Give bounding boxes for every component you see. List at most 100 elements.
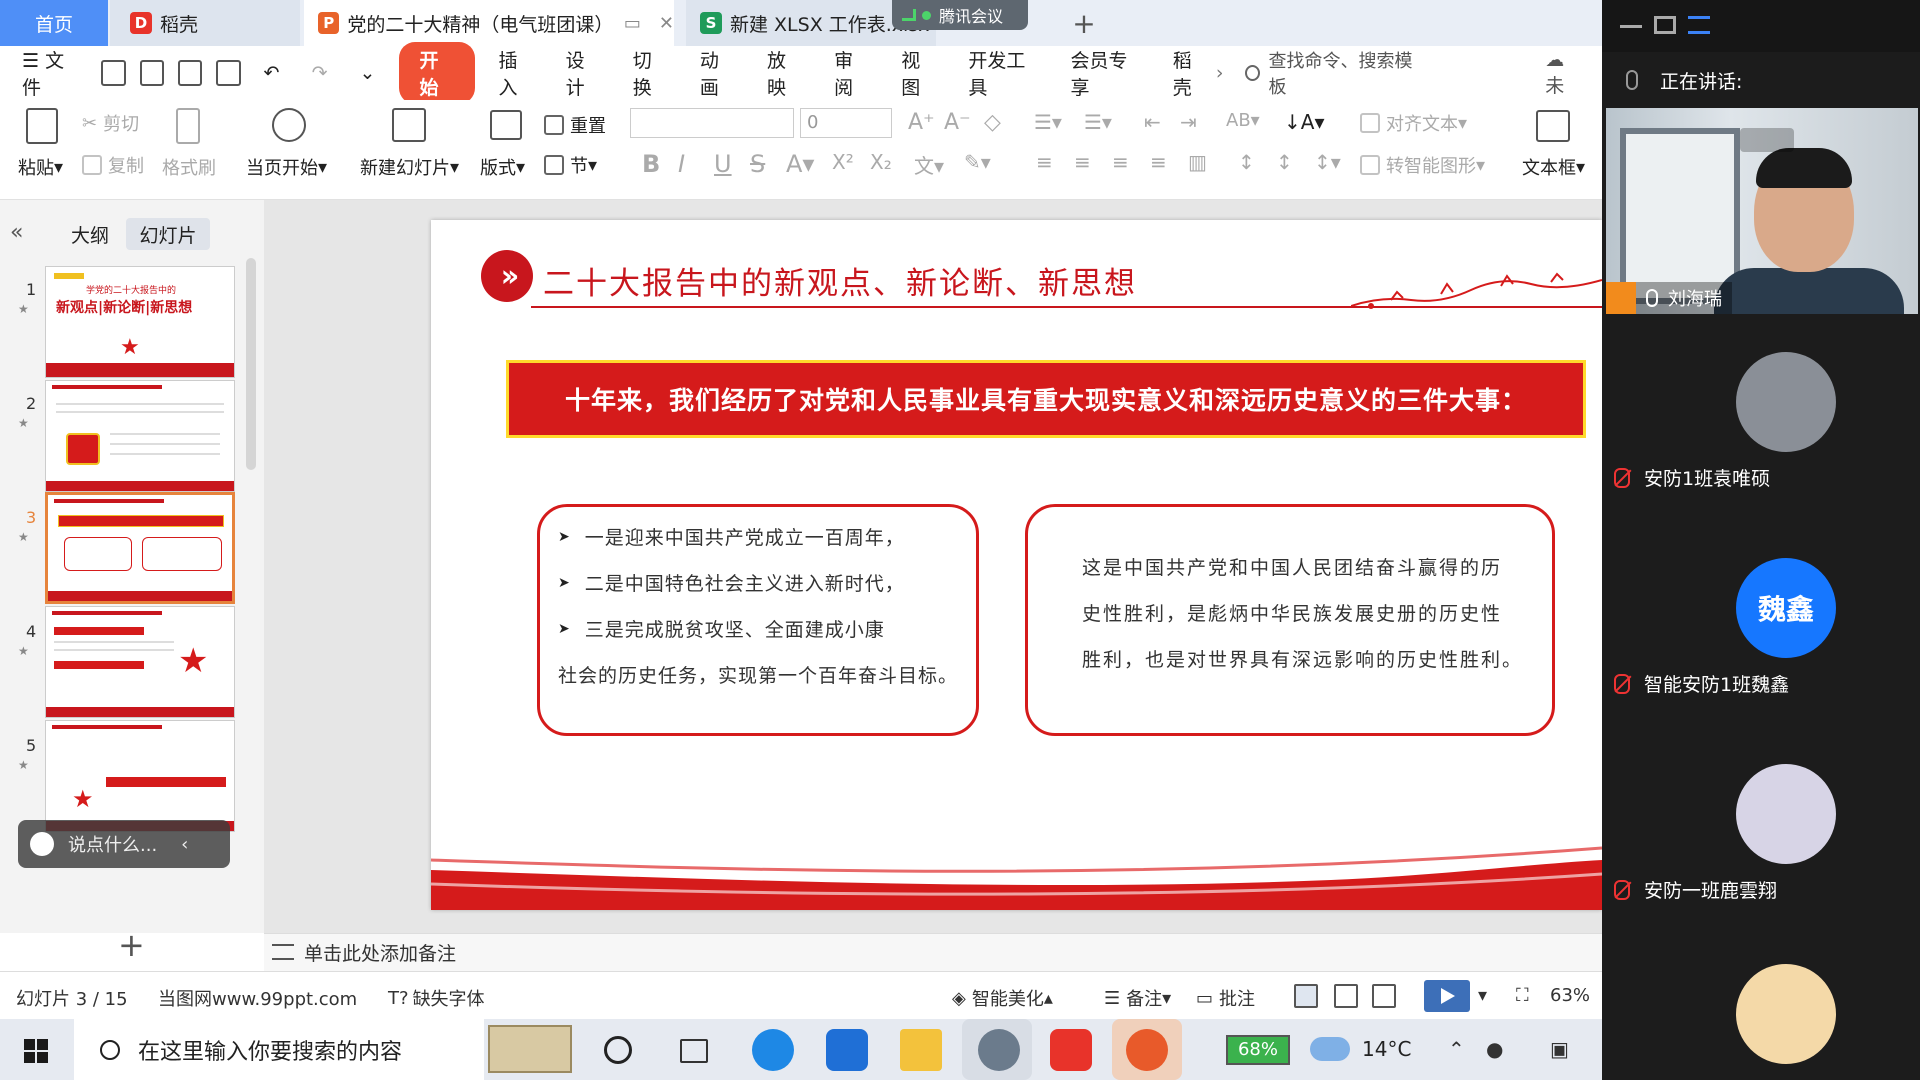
menu-tab-review[interactable]: 审阅 [818, 46, 885, 100]
comment-input[interactable]: 说点什么... ‹ [18, 820, 230, 868]
pinyin-icon[interactable]: 文▾ [914, 150, 944, 179]
numbering-icon[interactable]: ☰▾ [1084, 110, 1112, 134]
slide-thumbnail-2[interactable] [45, 380, 235, 492]
active-speaker-video[interactable]: 刘海瑞 [1606, 108, 1918, 314]
slide-thumbnail-1[interactable]: 学党的二十大报告中的 新观点|新论断|新思想 ★ [45, 266, 235, 378]
participant-tile[interactable]: 安防一班鹿雲翔 [1602, 742, 1920, 948]
shrink-font-icon[interactable]: A⁻ [944, 110, 971, 135]
tray-chevron-up-icon[interactable]: ⌃ [1448, 1037, 1465, 1061]
menu-tab-daoke[interactable]: 稻壳 [1157, 46, 1212, 100]
smart-beautify-button[interactable]: ◈ 智能美化 ▴ [952, 985, 1053, 1011]
windows-start-icon[interactable] [24, 1039, 48, 1063]
underline-icon[interactable]: U [714, 150, 732, 178]
menu-tab-animation[interactable]: 动画 [684, 46, 751, 100]
textbox-button[interactable]: 文本框 ▾ [1522, 154, 1585, 180]
notes-toggle-button[interactable]: ☰ 备注 ▾ [1104, 985, 1171, 1011]
photos-icon[interactable] [826, 1029, 868, 1071]
events-card[interactable]: ➤ 一是迎来中国共产党成立一百周年， ➤ 二是中国特色社会主义进入新时代， ➤ 三是完… [537, 504, 979, 736]
menu-tab-insert[interactable]: 插入 [483, 46, 550, 100]
export-icon[interactable] [139, 60, 165, 86]
participant-tile[interactable]: 安防1班袁唯硕 [1602, 330, 1920, 536]
menu-tab-slideshow[interactable]: 放映 [751, 46, 818, 100]
redo-icon[interactable]: ↷ [296, 62, 344, 84]
italic-icon[interactable]: I [678, 150, 685, 178]
tab-slides[interactable]: 幻灯片 [126, 218, 210, 250]
wps-office-icon[interactable] [1050, 1029, 1092, 1071]
align-left-icon[interactable]: ≡ [1036, 150, 1053, 174]
distribute-icon[interactable]: ▥ [1188, 150, 1207, 174]
undo-icon[interactable]: ↶ [248, 62, 296, 84]
slide-thumbnail-5[interactable]: ★ [45, 720, 235, 832]
menu-tab-design[interactable]: 设计 [550, 46, 617, 100]
weather-cloud-icon[interactable] [1310, 1037, 1350, 1061]
copy-button[interactable]: 复制 [82, 152, 144, 178]
font-size-select[interactable]: 0 [800, 108, 892, 138]
grow-font-icon[interactable]: A⁺ [908, 110, 935, 135]
highlight-icon[interactable]: ✎▾ [964, 150, 991, 174]
align-text-button[interactable]: 对齐文本 ▾ [1360, 110, 1467, 136]
increase-indent-icon[interactable]: ⇥ [1180, 110, 1197, 134]
slide[interactable]: ›› 二十大报告中的新观点、新论断、新思想 十年来，我们经历了对党和人民事业具有… [431, 220, 1602, 910]
bold-icon[interactable]: B [642, 150, 660, 178]
command-search[interactable]: 查找命令、搜索模板 [1245, 47, 1417, 99]
decrease-indent-icon[interactable]: ⇤ [1144, 110, 1161, 134]
line-spacing-icon[interactable]: ↕ [1238, 150, 1255, 174]
monitor-icon[interactable]: ▭ [624, 13, 641, 34]
battery-indicator[interactable]: 68% [1226, 1035, 1290, 1065]
taskbar-search[interactable]: 在这里输入你要搜索的内容 [74, 1019, 484, 1080]
start-current-slide-button[interactable]: 当页开始 ▾ [246, 154, 327, 180]
new-slide-button[interactable]: 新建幻灯片 ▾ [360, 154, 459, 180]
section-button[interactable]: 节 ▾ [544, 152, 597, 178]
menu-more-icon[interactable]: › [1212, 62, 1228, 84]
spacing-more-icon[interactable]: ↕▾ [1314, 150, 1341, 174]
justify-icon[interactable]: ≡ [1150, 150, 1167, 174]
tab-daoke[interactable]: D 稻壳 [110, 0, 300, 46]
search-highlight-image[interactable] [488, 1025, 572, 1073]
print-icon[interactable] [178, 60, 203, 86]
reading-view-icon[interactable] [1372, 984, 1396, 1008]
save-icon[interactable] [101, 60, 126, 86]
chevron-left-icon[interactable]: ‹ [181, 834, 188, 855]
tab-home[interactable]: 首页 [0, 0, 108, 46]
paragraph-spacing-icon[interactable]: ↕ [1276, 150, 1293, 174]
subscript-icon[interactable]: X₂ [870, 150, 892, 174]
menu-tab-view[interactable]: 视图 [885, 46, 952, 100]
zoom-level[interactable]: 63% [1550, 985, 1590, 1006]
font-color-icon[interactable]: A▾ [786, 150, 814, 178]
thumbnail-scrollbar[interactable] [246, 258, 256, 470]
significance-card[interactable]: 这是中国共产党和中国人民团结奋斗赢得的历 史性胜利，是彪炳中华民族发展史册的历史… [1025, 504, 1555, 736]
template-source[interactable]: 当图网www.99ppt.com [158, 985, 357, 1011]
strikethrough-icon[interactable]: S [750, 150, 765, 178]
slideshow-play-button[interactable] [1424, 980, 1470, 1012]
microphone-icon[interactable]: ● [1486, 1037, 1503, 1061]
close-tab-icon[interactable]: ✕ [659, 13, 674, 34]
clear-format-icon[interactable]: ◇ [984, 110, 1001, 135]
tencent-meeting-float[interactable]: 腾讯会议 [892, 0, 1028, 30]
cloud-sync-button[interactable]: ☁ 未 [1529, 49, 1602, 98]
file-explorer-icon[interactable] [900, 1029, 942, 1071]
task-view-icon[interactable] [680, 1039, 708, 1063]
missing-font-button[interactable]: T? 缺失字体 [388, 985, 485, 1011]
network-icon[interactable]: ▣ [1550, 1037, 1569, 1061]
classroom-icon[interactable] [978, 1029, 1020, 1071]
notes-area[interactable]: 单击此处添加备注 [264, 933, 1602, 971]
format-painter-button[interactable]: 格式刷 [162, 154, 216, 180]
layout-icon[interactable] [1688, 16, 1710, 34]
participant-tile[interactable]: 魏鑫 智能安防1班魏鑫 [1602, 536, 1920, 742]
align-center-icon[interactable]: ≡ [1074, 150, 1091, 174]
cut-button[interactable]: ✂ 剪切 [82, 110, 139, 136]
sorter-view-icon[interactable] [1334, 984, 1358, 1008]
play-options-icon[interactable]: ▾ [1478, 985, 1487, 1006]
minimize-icon[interactable] [1620, 16, 1642, 28]
print-preview-icon[interactable] [216, 60, 241, 86]
menu-tab-developer[interactable]: 开发工具 [952, 46, 1054, 100]
cortana-icon[interactable] [604, 1036, 632, 1064]
screen-capture-icon[interactable] [1126, 1029, 1168, 1071]
normal-view-icon[interactable] [1294, 984, 1318, 1008]
expand-video-button[interactable] [1740, 128, 1794, 152]
menu-tab-member[interactable]: 会员专享 [1055, 46, 1157, 100]
reset-button[interactable]: 重置 [544, 112, 606, 138]
layout-button[interactable]: 版式 ▾ [480, 154, 525, 180]
edge-browser-icon[interactable] [752, 1029, 794, 1071]
paste-button[interactable]: 粘贴 ▾ [18, 154, 63, 180]
